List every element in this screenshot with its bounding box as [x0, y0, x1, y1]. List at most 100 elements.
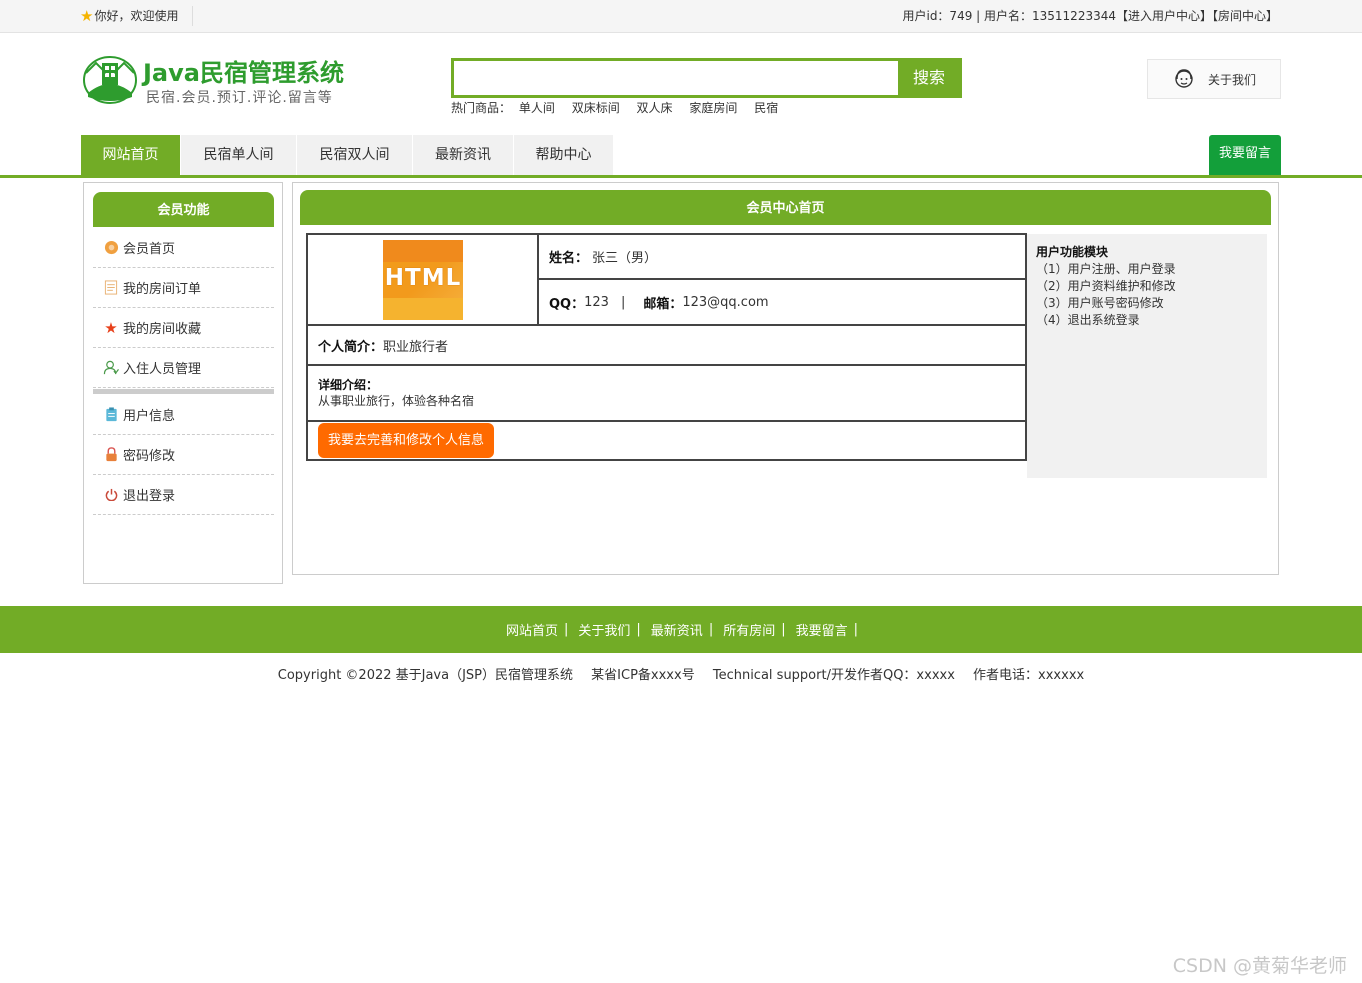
- search-button[interactable]: 搜索: [898, 58, 960, 98]
- sidebar-item-label: 入住人员管理: [123, 362, 202, 377]
- search-box: 搜索: [451, 58, 962, 98]
- profile-top-row: HTML 姓名： 张三（男） QQ： 123 | 邮箱： 123@qq.com: [308, 235, 1025, 326]
- sidebar-item-user-info[interactable]: 用户信息: [93, 395, 274, 435]
- sidebar-item-guests[interactable]: 入住人员管理: [93, 348, 274, 388]
- about-us-button[interactable]: 关于我们: [1147, 59, 1281, 99]
- lock-icon: [103, 447, 119, 463]
- leave-message-button[interactable]: 我要留言: [1209, 135, 1281, 175]
- avatar-text: HTML: [384, 265, 462, 291]
- document-icon: [103, 280, 119, 296]
- site-title: Java民宿管理系统: [143, 59, 344, 87]
- module-item: （2）用户资料维护和修改: [1036, 279, 1176, 293]
- sidebar-item-label: 我的房间订单: [123, 282, 202, 297]
- panel-title: 会员中心首页: [300, 190, 1271, 225]
- home-icon: [103, 240, 119, 256]
- contact-divider: |: [620, 294, 626, 310]
- hot-item[interactable]: 双床标间: [572, 101, 620, 115]
- site-subtitle: 民宿.会员.预订.评论.留言等: [146, 90, 333, 106]
- nav-item-help[interactable]: 帮助中心: [514, 135, 614, 175]
- footer-link-home[interactable]: 网站首页: [506, 620, 558, 639]
- sidebar-item-password[interactable]: 密码修改: [93, 435, 274, 475]
- footer-separator: |: [781, 622, 786, 637]
- name-cell: 姓名： 张三（男）: [539, 235, 1025, 280]
- hot-item[interactable]: 单人间: [519, 101, 555, 115]
- phone-text: 作者电话：xxxxxx: [973, 668, 1085, 683]
- avatar-stripe: [383, 240, 463, 262]
- support-text: Technical support/开发作者QQ：xxxxx: [712, 668, 955, 683]
- module-item: （1）用户注册、用户登录: [1036, 262, 1176, 276]
- hot-item[interactable]: 民宿: [754, 101, 778, 115]
- footer-separator: |: [708, 622, 714, 637]
- sidebar-item-favorites[interactable]: ★ 我的房间收藏: [93, 308, 274, 348]
- sidebar-item-label: 会员首页: [123, 242, 176, 257]
- detail-row: 详细介绍： 从事职业旅行，体验各种名宿: [308, 366, 1025, 422]
- footer-nav: 网站首页 | 关于我们 | 最新资讯 | 所有房间 | 我要留言 |: [0, 606, 1362, 653]
- user-add-icon: [103, 360, 119, 376]
- email-value: 123@qq.com: [682, 294, 769, 310]
- sidebar-item-member-home[interactable]: 会员首页: [93, 228, 274, 268]
- sidebar-item-label: 我的房间收藏: [123, 322, 202, 337]
- main-nav: 网站首页 民宿单人间 民宿双人间 最新资讯 帮助中心 我要留言: [0, 135, 1362, 178]
- top-bar: ★ 你好，欢迎使用 用户id：749 | 用户名：13511223344【进入用…: [0, 0, 1362, 33]
- nav-item-double-room[interactable]: 民宿双人间: [297, 135, 413, 175]
- site-logo[interactable]: [82, 53, 138, 105]
- sidebar-item-label: 用户信息: [123, 409, 176, 424]
- copyright-text: Copyright ©2022 基于Java（JSP）民宿管理系统: [277, 668, 574, 683]
- clipboard-icon: [103, 407, 119, 423]
- edit-profile-button[interactable]: 我要去完善和修改个人信息: [318, 423, 494, 458]
- user-info-links[interactable]: 用户id：749 | 用户名：13511223344【进入用户中心】【房间中心】: [902, 7, 1278, 24]
- sidebar-item-orders[interactable]: 我的房间订单: [93, 268, 274, 308]
- welcome-text: ★ 你好，欢迎使用: [80, 6, 194, 26]
- footer-link-about[interactable]: 关于我们: [578, 620, 630, 639]
- power-icon: [103, 487, 119, 503]
- nav-item-news[interactable]: 最新资讯: [413, 135, 514, 175]
- nav-item-home[interactable]: 网站首页: [81, 135, 181, 175]
- feature-modules-box: 用户功能模块 （1）用户注册、用户登录 （2）用户资料维护和修改 （3）用户账号…: [1027, 234, 1267, 478]
- star-icon: ★: [80, 7, 94, 25]
- sidebar-divider: [93, 389, 274, 394]
- member-sidebar: 会员功能 会员首页 我的房间订单 ★ 我的房间收藏 入住人员管理 用户信息 密码…: [83, 182, 283, 584]
- module-item: （4）退出系统登录: [1036, 313, 1140, 327]
- sidebar-item-label: 退出登录: [123, 489, 176, 504]
- sidebar-item-logout[interactable]: 退出登录: [93, 475, 274, 515]
- intro-row: 个人简介： 职业旅行者: [308, 326, 1025, 366]
- qq-value: 123: [584, 294, 609, 310]
- copyright: Copyright ©2022 基于Java（JSP）民宿管理系统 某省ICP备…: [0, 664, 1362, 683]
- profile-table: HTML 姓名： 张三（男） QQ： 123 | 邮箱： 123@qq.com …: [306, 233, 1027, 461]
- detail-block: 详细介绍： 从事职业旅行，体验各种名宿: [308, 366, 1025, 409]
- avatar-stripe: [383, 298, 463, 320]
- sidebar-title: 会员功能: [93, 192, 274, 227]
- customer-service-icon: [1175, 69, 1193, 88]
- hot-item[interactable]: 家庭房间: [689, 101, 737, 115]
- sidebar-item-label: 密码修改: [123, 449, 176, 464]
- name-value: 张三（男）: [592, 251, 658, 266]
- footer-link-news[interactable]: 最新资讯: [651, 620, 703, 639]
- avatar-cell: HTML: [308, 235, 539, 326]
- footer-separator: |: [564, 622, 569, 637]
- icp-text: 某省ICP备xxxx号: [591, 668, 695, 683]
- welcome-label: 你好，欢迎使用: [94, 9, 179, 23]
- footer-separator: |: [636, 622, 641, 637]
- member-center-panel: 会员中心首页 HTML 姓名： 张三（男） QQ： 123 | 邮箱： 123@…: [292, 182, 1279, 575]
- watermark: CSDN @黄菊华老师: [1172, 955, 1347, 977]
- name-label: 姓名：: [549, 251, 589, 266]
- footer-link-rooms[interactable]: 所有房间: [723, 620, 775, 639]
- hot-item[interactable]: 双人床: [637, 101, 673, 115]
- footer-link-message[interactable]: 我要留言: [796, 620, 848, 639]
- about-us-label: 关于我们: [1208, 72, 1257, 87]
- qq-label: QQ：: [549, 296, 585, 312]
- intro-value: 职业旅行者: [383, 339, 449, 355]
- footer-separator: |: [853, 622, 859, 637]
- nav-item-single-room[interactable]: 民宿单人间: [181, 135, 297, 175]
- star-icon: ★: [104, 318, 118, 337]
- contact-cell: QQ： 123 | 邮箱： 123@qq.com: [539, 280, 1025, 324]
- avatar: HTML: [383, 240, 463, 320]
- hot-keywords: 热门商品： 单人间 双床标间 双人床 家庭房间 民宿: [451, 99, 791, 116]
- detail-label: 详细介绍：: [318, 378, 379, 392]
- search-input[interactable]: [454, 61, 898, 95]
- hot-label: 热门商品：: [451, 101, 512, 115]
- intro-label: 个人简介：: [318, 339, 384, 355]
- modules-title: 用户功能模块: [1036, 245, 1109, 259]
- detail-value: 从事职业旅行，体验各种名宿: [318, 394, 475, 408]
- email-label: 邮箱：: [643, 296, 683, 312]
